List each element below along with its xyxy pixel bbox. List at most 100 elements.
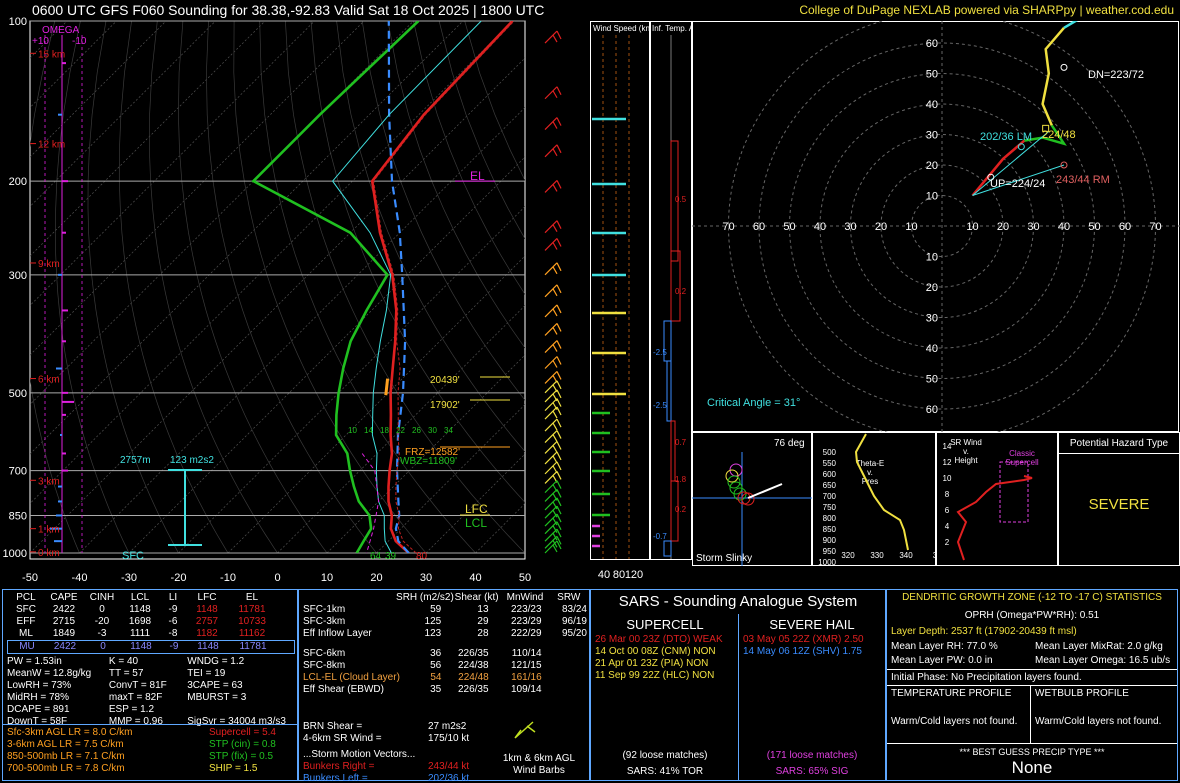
thermo-index: MidRH = 78% <box>7 692 69 703</box>
sr-wind-y-tick: 10 <box>943 474 952 483</box>
advection-label: -0.7 <box>653 532 667 541</box>
wind-barb <box>544 480 562 494</box>
parcel-line <box>387 21 410 553</box>
sr-wind-y-tick: 12 <box>943 458 952 467</box>
wind-barb <box>544 418 562 432</box>
parcel-row: ML 1849 -3 1111 -8 1182 11162 <box>7 628 295 640</box>
wind-barb <box>544 370 562 384</box>
omega-minus-label: -10 <box>72 36 87 47</box>
parcel-cell: -9 <box>168 604 178 615</box>
sr-wind-label: v. <box>963 447 969 456</box>
advection-label: 0.2 <box>675 287 687 296</box>
hodo-y-tick: 20 <box>926 282 938 294</box>
dgz-bottom-label: 17902' <box>430 400 460 411</box>
temperature-tick-label: -20 <box>171 572 187 584</box>
sfc-temp-label: 80 <box>416 551 428 562</box>
parcel-cell: 2422 <box>53 641 77 652</box>
parcel-cell: MU <box>19 641 35 652</box>
dry-adiabat <box>438 21 525 240</box>
hodo-marker-label: 243/44 RM <box>1056 174 1110 186</box>
dgz-box: DENDRITIC GROWTH ZONE (-12 TO -17 C) STA… <box>886 589 1178 781</box>
wind-barb <box>544 144 562 158</box>
parcel-table: PCL CAPE CINH LCL LI LFC EL SFC 2422 0 1148 -9 1148 1… <box>7 592 295 654</box>
theta-e-x-tick: 340 <box>899 551 913 560</box>
brn-shear-value: 27 m2s2 <box>428 721 467 732</box>
kinematics-row: SFC-6km 36 226/35 110/14 <box>303 648 587 660</box>
storm-motion-row: Bunkers Left = 202/36 kt <box>303 773 493 783</box>
kinematics-cell <box>542 684 587 696</box>
kinematics-cell: 123 <box>424 628 442 639</box>
hodo-y-tick: 10 <box>926 252 938 264</box>
thermo-index: DCAPE = 891 <box>7 704 70 715</box>
kinematics-row: SFC-3km 125 29 223/29 96/19 <box>303 616 587 628</box>
barb-legend-label-1: 1km & 6km AGL <box>502 753 576 764</box>
storm-slinky-inset: 76 deg Storm Slinky <box>692 432 812 566</box>
lapse-rate: 850-500mb LR = 7.1 C/km <box>7 751 125 762</box>
thermo-index: WNDG = 1.2 <box>187 656 245 667</box>
kinematics-header-spacer <box>303 592 396 604</box>
advection-label: 0.5 <box>675 195 687 204</box>
pressure-tick-label: 100 <box>9 16 27 28</box>
theta-e-inset: 500 550 600 650 700 750 800 850 900 950 1000 320 330… <box>812 432 936 566</box>
wind-barb <box>544 30 562 44</box>
kinematics-cell: 35 <box>430 684 442 695</box>
parcel-cell: 1148 <box>130 641 152 652</box>
isotherm-line <box>326 354 525 553</box>
theta-e-label: v. <box>867 468 873 477</box>
kinematics-cell <box>542 660 587 672</box>
kinematics-row: Eff Inflow Layer 123 28 222/29 95/20 <box>303 628 587 640</box>
parcel-row: SFC 2422 0 1148 -9 1148 11781 <box>7 604 295 616</box>
parcel-row: EFF 2715 -20 1698 -6 2757 10733 <box>7 616 295 628</box>
parcel-cell: 1148 <box>129 604 151 615</box>
mixing-ratio-label: 10 <box>348 426 357 435</box>
thermo-row: MeanW = 12.8g/kg TT = 57 TEI = 19 <box>7 668 295 680</box>
kinematics-cell: SFC-6km <box>303 648 346 659</box>
kinematics-table: SRH (m2/s2) Shear (kt) MnWind SRW SFC-1km 59 1… <box>303 592 587 696</box>
hodo-x-tick: 60 <box>1119 221 1131 233</box>
sr-wind-label: SR Wind <box>950 438 982 447</box>
parcel-header-cell: CAPE <box>50 592 78 603</box>
kinematics-cell: 13 <box>477 604 489 615</box>
composite-param: Supercell = 5.4 <box>209 727 276 738</box>
advection-bar <box>663 540 672 557</box>
kinematics-cell <box>542 648 587 660</box>
thermo-index <box>187 704 295 716</box>
sr-wind-y-tick: 8 <box>945 490 950 499</box>
kinematics-row <box>303 640 587 648</box>
mixing-ratio-label: 18 <box>380 426 389 435</box>
wind-barb <box>544 540 562 554</box>
temperature-tick-label: -50 <box>22 572 38 584</box>
pressure-tick-label: 700 <box>9 466 27 478</box>
kinematics-cell <box>400 640 442 648</box>
hodo-x-tick: 60 <box>753 221 765 233</box>
wind-barb <box>544 238 562 251</box>
height-marker-label: 9 km <box>38 259 60 270</box>
sfc-dewpoint-label: 64 <box>370 551 382 562</box>
wind-barb <box>544 380 562 394</box>
sr-wind-y-tick: 6 <box>945 506 950 515</box>
hodo-x-tick: 50 <box>1088 221 1100 233</box>
temperature-line <box>370 21 514 553</box>
wind-barb <box>544 262 562 276</box>
omega-plus-label: +10 <box>32 36 49 47</box>
mixing-ratio-label: 34 <box>444 426 453 435</box>
el-label: EL <box>470 169 485 183</box>
kinematics-cell: 223/29 <box>510 616 542 627</box>
thermo-row: LowRH = 73% ConvT = 81F 3CAPE = 63 <box>7 680 295 692</box>
kinematics-cell: 28 <box>477 628 489 639</box>
kinematics-cell: SFC-3km <box>303 616 346 627</box>
thermo-index: ESP = 1.2 <box>108 704 155 715</box>
parcel-cell: 0 <box>99 604 105 615</box>
kinematics-cell: 110/14 <box>511 648 542 659</box>
kinematics-cell: LCL-EL (Cloud Layer) <box>303 672 400 683</box>
temperature-tick-label: -40 <box>72 572 88 584</box>
advection-label: 0.2 <box>675 505 687 514</box>
theta-e-y-tick: 600 <box>823 470 837 479</box>
dry-adiabat <box>413 21 525 295</box>
kinematics-cell: 224/38 <box>457 660 489 671</box>
theta-e-y-tick: 500 <box>823 448 837 457</box>
parcel-row: MU 2422 0 1148 -9 1148 11781 <box>7 640 295 654</box>
theta-e-y-tick: 700 <box>823 492 837 501</box>
temperature-tick-label: -30 <box>121 572 137 584</box>
sfc-wetbulb-label: 39 <box>385 551 397 562</box>
